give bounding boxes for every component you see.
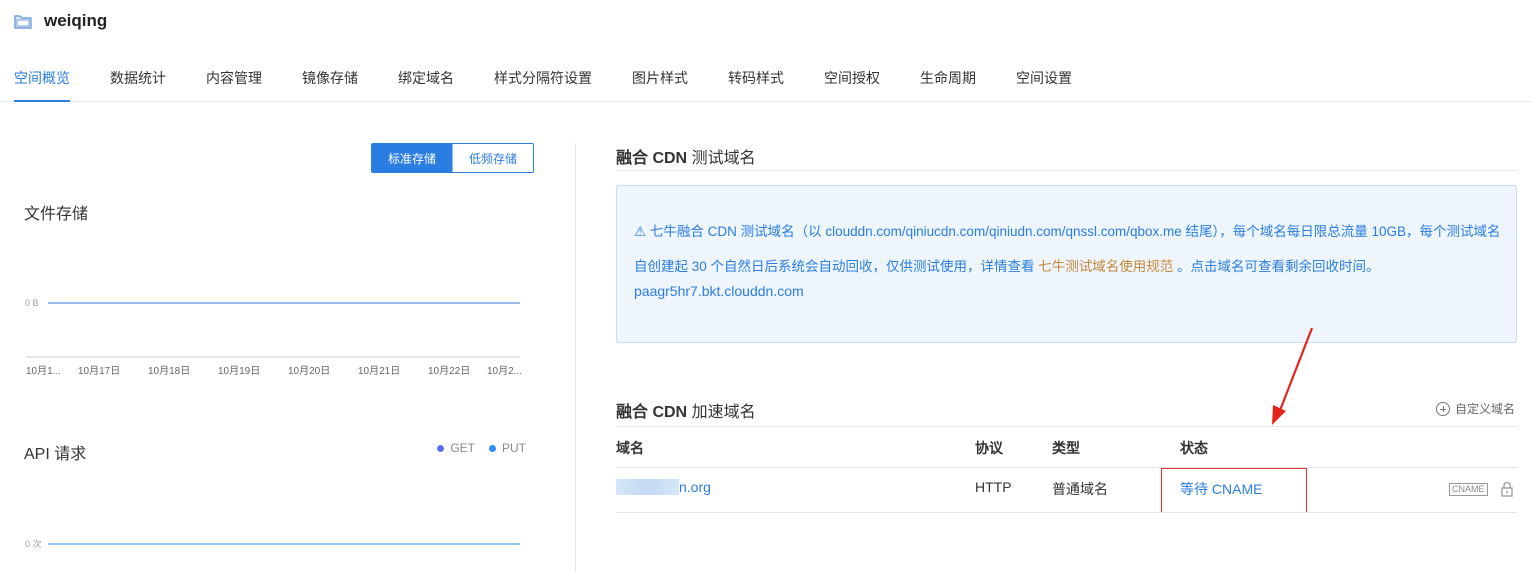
- column-header-status: 状态: [1180, 440, 1208, 456]
- lock-icon[interactable]: [1500, 481, 1514, 497]
- notice-text-part2: 。点击域名可查看剩余回收时间。: [1173, 259, 1380, 274]
- y-tick-label: 0 次: [25, 538, 42, 549]
- folder-icon: [14, 15, 32, 29]
- tab-authorization[interactable]: 空间授权: [824, 68, 880, 88]
- x-tick-label: 10月19日: [218, 365, 260, 377]
- active-tab-indicator: [14, 100, 70, 102]
- x-tick-label: 10月17日: [78, 365, 120, 377]
- test-domain-notice: ⚠ 七牛融合 CDN 测试域名（以 clouddn.com/qiniucdn.c…: [616, 185, 1517, 343]
- cname-tag[interactable]: CNAME: [1449, 483, 1488, 496]
- tab-settings[interactable]: 空间设置: [1016, 68, 1072, 88]
- tab-image-style[interactable]: 图片样式: [632, 68, 688, 88]
- tab-mirror[interactable]: 镜像存储: [302, 68, 358, 88]
- plus-circle-icon: [1436, 401, 1450, 416]
- test-domain-title-bold: 融合 CDN: [616, 150, 688, 167]
- test-domain-title-rest: 测试域名: [687, 150, 756, 167]
- tab-overview[interactable]: 空间概览: [14, 68, 70, 88]
- accel-domain-title-bold: 融合 CDN: [616, 404, 688, 421]
- storage-type-toggle: 标准存储 低频存储: [371, 143, 534, 173]
- legend-put-label: PUT: [502, 441, 526, 455]
- api-requests-title: API 请求: [24, 446, 87, 463]
- domain-type: 普通域名: [1052, 481, 1108, 497]
- accel-domain-title-rest: 加速域名: [687, 404, 756, 421]
- tab-bind-domain[interactable]: 绑定域名: [398, 68, 454, 88]
- file-storage-chart: 0 B 10月1... 10月17日 10月18日 10月19日 10月20日 10月21日…: [25, 298, 522, 377]
- domain-protocol: HTTP: [975, 479, 1012, 495]
- tab-style-separator[interactable]: 样式分隔符设置: [494, 68, 592, 88]
- table-row-divider: [616, 512, 1517, 513]
- low-frequency-storage-button[interactable]: 低频存储: [452, 144, 533, 172]
- legend-put[interactable]: PUT: [489, 441, 526, 455]
- redacted-domain-part: [616, 479, 679, 495]
- test-domain-title: 融合 CDN 测试域名: [616, 144, 756, 168]
- x-tick-label: 10月21日: [358, 365, 400, 377]
- notice-text: ⚠ 七牛融合 CDN 测试域名（以 clouddn.com/qiniucdn.c…: [634, 214, 1502, 284]
- column-header-domain: 域名: [616, 440, 644, 456]
- api-legend: GET PUT: [437, 441, 526, 455]
- tab-statistics[interactable]: 数据统计: [110, 68, 166, 88]
- x-tick-label: 10月20日: [288, 365, 330, 377]
- file-storage-title: 文件存储: [24, 206, 89, 223]
- test-domain-link[interactable]: paagr5hr7.bkt.clouddn.com: [634, 283, 804, 299]
- domain-suffix: n.org: [679, 479, 711, 495]
- legend-get-dot: [437, 444, 445, 452]
- annotation-arrow: [1272, 327, 1314, 425]
- x-tick-label: 10月18日: [148, 365, 190, 377]
- legend-put-dot: [489, 444, 496, 452]
- tab-transcode-style[interactable]: 转码样式: [728, 68, 784, 88]
- test-domain-policy-link[interactable]: 七牛测试域名使用规范: [1038, 259, 1173, 274]
- bucket-name: weiqing: [44, 11, 108, 30]
- custom-domain-label: 自定义域名: [1455, 402, 1516, 416]
- custom-domain-button[interactable]: 自定义域名: [1436, 400, 1515, 417]
- accel-domain-divider: [616, 426, 1517, 427]
- accel-domain-title: 融合 CDN 加速域名: [616, 398, 756, 422]
- x-tick-label: 10月22日: [428, 365, 470, 377]
- bucket-header: weiqing: [14, 10, 107, 32]
- tab-content[interactable]: 内容管理: [206, 68, 262, 88]
- x-tick-label: 10月1...: [26, 365, 61, 377]
- domain-link[interactable]: n.org: [616, 479, 711, 495]
- column-header-protocol: 协议: [975, 440, 1003, 456]
- column-divider: [575, 143, 576, 573]
- table-header-divider: [616, 467, 1517, 468]
- status-highlight-box: [1161, 468, 1307, 513]
- standard-storage-button[interactable]: 标准存储: [372, 144, 452, 172]
- api-requests-chart: 0 次: [25, 538, 520, 549]
- y-tick-label: 0 B: [25, 298, 39, 308]
- tab-bar: 空间概览 数据统计 内容管理 镜像存储 绑定域名 样式分隔符设置 图片样式 转码…: [0, 56, 1532, 102]
- column-header-type: 类型: [1052, 440, 1080, 456]
- legend-get[interactable]: GET: [437, 441, 475, 455]
- test-domain-divider: [616, 170, 1517, 171]
- legend-get-label: GET: [450, 441, 475, 455]
- tab-lifecycle[interactable]: 生命周期: [920, 68, 976, 88]
- x-tick-label: 10月2...: [487, 365, 522, 377]
